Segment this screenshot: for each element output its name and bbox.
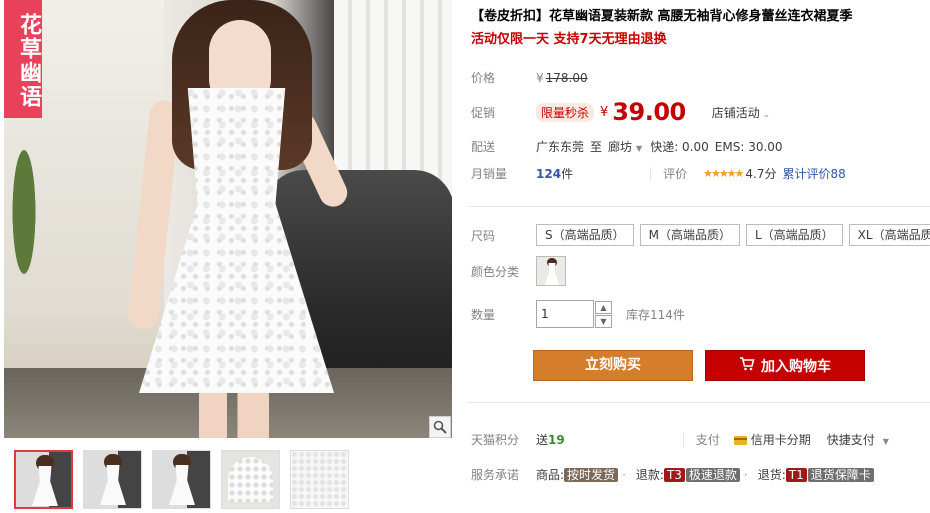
shipping-row: 配送 广东东莞 至 廊坊 ▼ 快递: 0.00 EMS: 30.00	[471, 138, 783, 155]
price-label: 价格	[471, 71, 496, 85]
service-tag: T3	[663, 468, 685, 482]
currency-symbol: ¥	[536, 70, 544, 85]
chevron-down-icon: ⌄	[759, 109, 771, 120]
main-product-image[interactable]	[4, 0, 452, 438]
promo-row: 促销 限量秒杀 ¥ 39.00 店铺活动 ⌄	[471, 98, 770, 126]
service-item[interactable]: 商品: 按时发货	[536, 466, 619, 483]
points-prefix: 送	[536, 433, 549, 447]
brand-logo: 花草幽语	[4, 0, 42, 118]
thumbnail[interactable]	[152, 450, 211, 509]
dot-separator: ·	[622, 467, 626, 482]
flash-sale-badge: 限量秒杀	[536, 102, 595, 122]
size-label: 尺码	[471, 228, 496, 243]
ship-from: 广东东莞	[536, 140, 585, 154]
price-row: 价格 ¥ 178.00	[471, 69, 588, 86]
dot-separator: ·	[743, 467, 748, 482]
currency-symbol: ¥	[600, 104, 609, 120]
chevron-down-icon: ▼	[636, 144, 643, 153]
service-badge: 极速退款	[685, 468, 740, 482]
quantity-label: 数量	[471, 307, 496, 322]
divider	[467, 402, 930, 403]
quantity-increase-button[interactable]: ▲	[595, 300, 612, 314]
monthly-sales: 124	[536, 166, 562, 181]
thumbnail[interactable]	[83, 450, 142, 509]
divider	[650, 166, 652, 181]
size-option-m[interactable]: M（高端品质）	[639, 224, 740, 246]
thumbnail-strip	[14, 450, 349, 509]
chevron-down-icon: ▼	[882, 437, 889, 446]
color-option-white[interactable]	[536, 256, 566, 286]
shipping-label: 配送	[471, 140, 496, 154]
quantity-input[interactable]	[536, 300, 594, 328]
sales-unit: 件	[561, 167, 574, 181]
credit-card-icon	[733, 436, 747, 445]
divider	[682, 432, 684, 447]
ship-to-word: 至	[590, 140, 603, 154]
service-label: 服务承诺	[471, 468, 520, 482]
color-row: 颜色分类	[471, 256, 566, 286]
promo-price: 39.00	[612, 98, 686, 126]
points-label: 天猫积分	[471, 433, 520, 447]
background-plant	[4, 140, 44, 320]
points-row: 天猫积分 送 19 支付 信用卡分期 快捷支付 ▼	[471, 431, 889, 448]
size-option-s[interactable]: S（高端品质）	[536, 224, 634, 246]
rating-stars: ★★★★★	[703, 167, 744, 180]
ship-to-select[interactable]: 廊坊 ▼	[608, 138, 642, 155]
original-price: 178.00	[545, 70, 588, 85]
sales-row: 月销量 124 件 评价 ★★★★★ 4.7分 累计评价88	[471, 165, 846, 182]
zoom-icon[interactable]	[429, 416, 451, 438]
credit-installment[interactable]: 信用卡分期	[733, 431, 811, 448]
review-label: 评价	[663, 167, 688, 181]
shop-activity-dropdown[interactable]: 店铺活动 ⌄	[712, 104, 770, 121]
service-badge: 退货保障卡	[807, 468, 874, 482]
cart-icon	[739, 356, 755, 375]
points-value: 19	[548, 432, 565, 447]
express-fee: 快递: 0.00	[650, 140, 709, 154]
promo-label: 促销	[471, 105, 496, 120]
service-tag: T1	[785, 468, 807, 482]
thumbnail[interactable]	[290, 450, 349, 509]
color-label: 颜色分类	[471, 264, 520, 279]
service-item[interactable]: 退款: T3 极速退款	[636, 466, 740, 483]
product-title: 【卷皮折扣】花草幽语夏装新款 高腰无袖背心修身蕾丝连衣裙夏季	[471, 9, 853, 24]
sales-label: 月销量	[471, 167, 508, 181]
add-to-cart-label: 加入购物车	[761, 358, 831, 375]
quantity-stepper: ▲ ▼	[595, 300, 612, 328]
size-option-xl[interactable]: XL（高端品质）	[848, 224, 930, 246]
product-subtitle: 活动仅限一天 支持7天无理由退换	[471, 32, 667, 47]
thumbnail[interactable]	[221, 450, 280, 509]
size-row: 尺码 S（高端品质） M（高端品质） L（高端品质） XL（高端品质）	[471, 224, 930, 246]
ems-fee: EMS: 30.00	[714, 139, 783, 154]
service-item[interactable]: 退货: T1 退货保障卡	[758, 466, 874, 483]
add-to-cart-button[interactable]: 加入购物车	[705, 350, 865, 381]
rating-score: 4.7分	[745, 167, 777, 181]
service-row: 服务承诺 商品: 按时发货 · 退款: T3 极速退款 · 退货: T1 退货保障卡	[471, 466, 874, 483]
quantity-row: 数量 ▲ ▼ 库存114件	[471, 300, 685, 328]
quantity-decrease-button[interactable]: ▼	[595, 314, 612, 328]
quick-pay-dropdown[interactable]: 快捷支付 ▼	[827, 431, 889, 448]
divider	[467, 206, 930, 207]
service-badge: 按时发货	[564, 468, 619, 482]
size-option-l[interactable]: L（高端品质）	[745, 224, 843, 246]
buy-now-button[interactable]: 立刻购买	[533, 350, 693, 381]
pay-label: 支付	[695, 433, 720, 447]
thumbnail[interactable]	[14, 450, 73, 509]
stock-count: 库存114件	[626, 307, 685, 322]
total-reviews-link[interactable]: 累计评价88	[783, 165, 846, 182]
